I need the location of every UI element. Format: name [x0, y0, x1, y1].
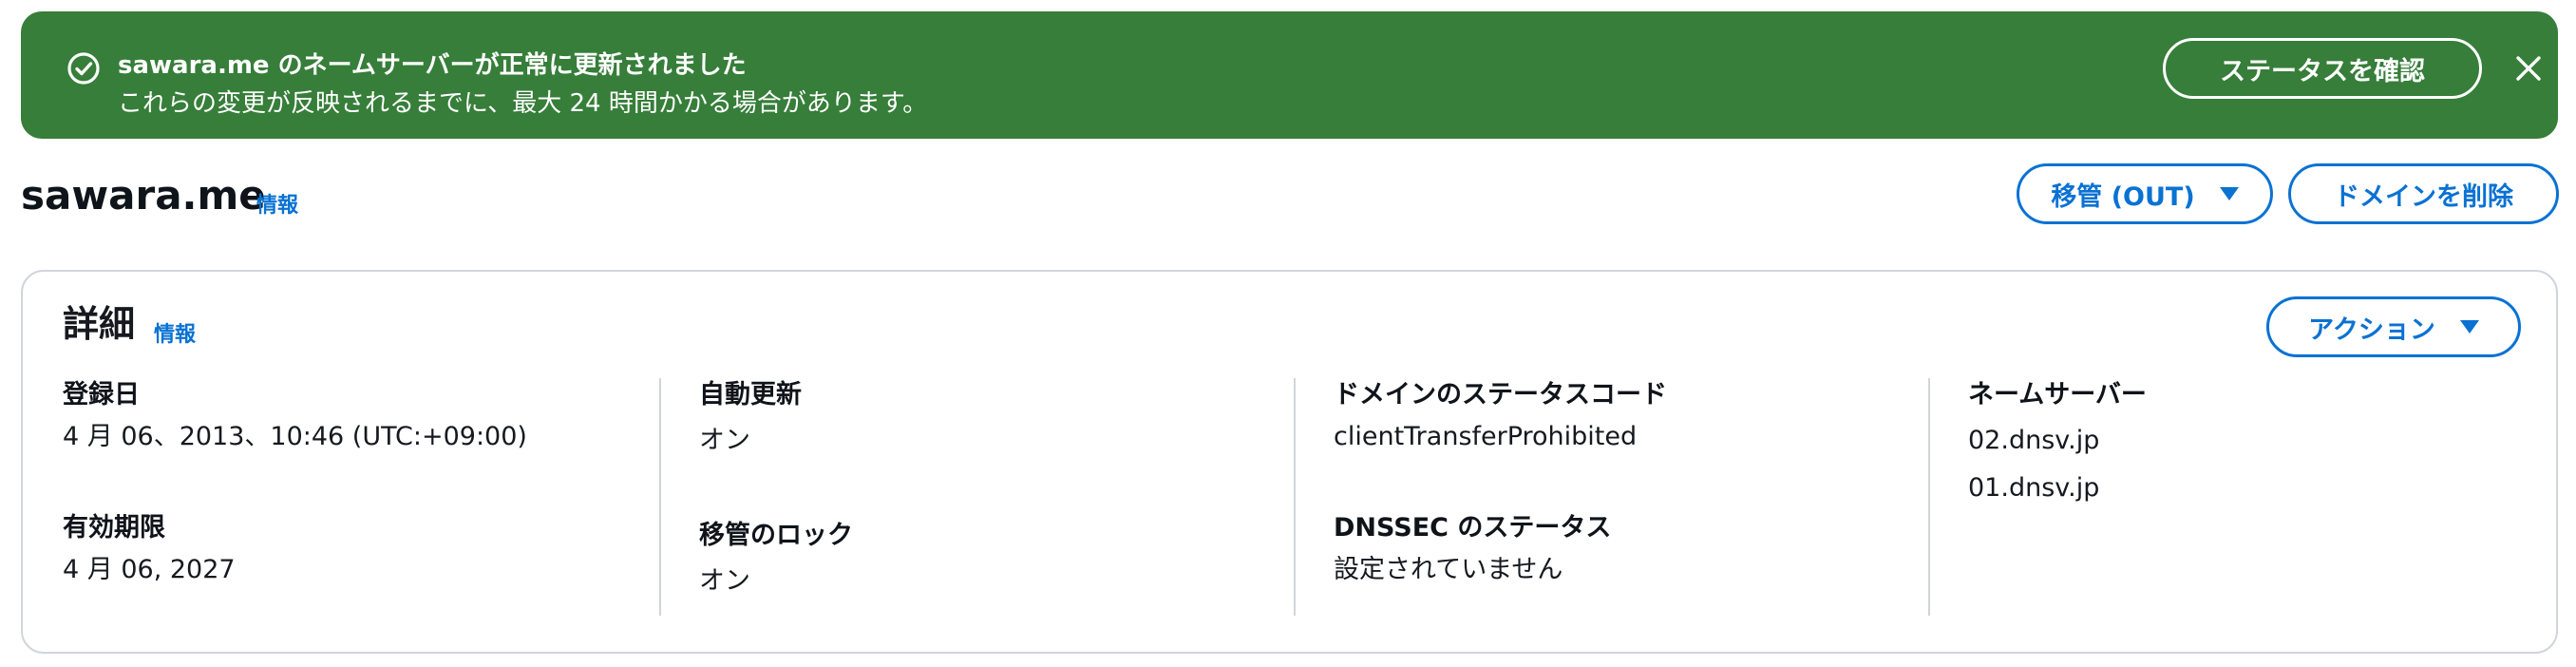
transfer-lock-value: オン: [699, 566, 750, 596]
page-title: sawara.me: [21, 172, 266, 219]
delete-domain-button[interactable]: ドメインを削除: [2288, 163, 2559, 224]
transfer-lock-label: 移管のロック: [699, 521, 853, 550]
caret-down-icon: [2219, 187, 2239, 200]
name-server-item: 02.dnsv.jp: [1968, 426, 2100, 455]
expiration-date-label: 有効期限: [63, 513, 165, 543]
dnssec-status-value: 設定されていません: [1334, 555, 1563, 584]
check-status-button[interactable]: ステータスを確認: [2163, 38, 2482, 99]
dnssec-status-label: DNSSEC のステータス: [1334, 513, 1612, 543]
details-container: 詳細 情報 アクション 登録日 4 月 06、2013、10:46 (UTC:+…: [21, 270, 2558, 654]
flashbar-message: これらの変更が反映されるまでに、最大 24 時間かかる場合があります。: [118, 89, 928, 118]
details-column-name-servers: ネームサーバー 02.dnsv.jp 01.dnsv.jp: [1928, 378, 2536, 616]
success-flashbar: sawara.me のネームサーバーが正常に更新されました これらの変更が反映さ…: [21, 11, 2558, 139]
expiration-date-value: 4 月 06, 2027: [63, 555, 236, 584]
flashbar-title: sawara.me のネームサーバーが正常に更新されました: [118, 51, 747, 80]
close-icon[interactable]: [2513, 53, 2544, 84]
domain-status-code-value: clientTransferProhibited: [1334, 422, 1638, 451]
details-column-renewal: 自動更新 オン 移管のロック オン: [659, 378, 1294, 616]
details-column-dates: 登録日 4 月 06、2013、10:46 (UTC:+09:00) 有効期限 …: [63, 378, 652, 616]
auto-renew-value: オン: [699, 426, 750, 455]
actions-button[interactable]: アクション: [2266, 296, 2521, 357]
details-heading: 詳細: [63, 303, 136, 345]
header-info-link[interactable]: 情報: [256, 188, 298, 219]
registration-date-value: 4 月 06、2013、10:46 (UTC:+09:00): [63, 422, 527, 451]
registration-date-label: 登録日: [63, 380, 140, 410]
caret-down-icon: [2459, 320, 2479, 334]
name-server-item: 01.dnsv.jp: [1968, 473, 2100, 503]
auto-renew-label: 自動更新: [699, 380, 802, 410]
details-info-link[interactable]: 情報: [154, 317, 196, 348]
actions-label: アクション: [2308, 314, 2435, 345]
check-circle-icon: [67, 52, 100, 85]
domain-status-code-label: ドメインのステータスコード: [1334, 380, 1667, 410]
name-servers-label: ネームサーバー: [1968, 380, 2147, 410]
details-column-status: ドメインのステータスコード clientTransferProhibited D…: [1294, 378, 1928, 616]
transfer-out-button[interactable]: 移管 (OUT): [2017, 163, 2273, 224]
transfer-out-label: 移管 (OUT): [2051, 181, 2195, 212]
